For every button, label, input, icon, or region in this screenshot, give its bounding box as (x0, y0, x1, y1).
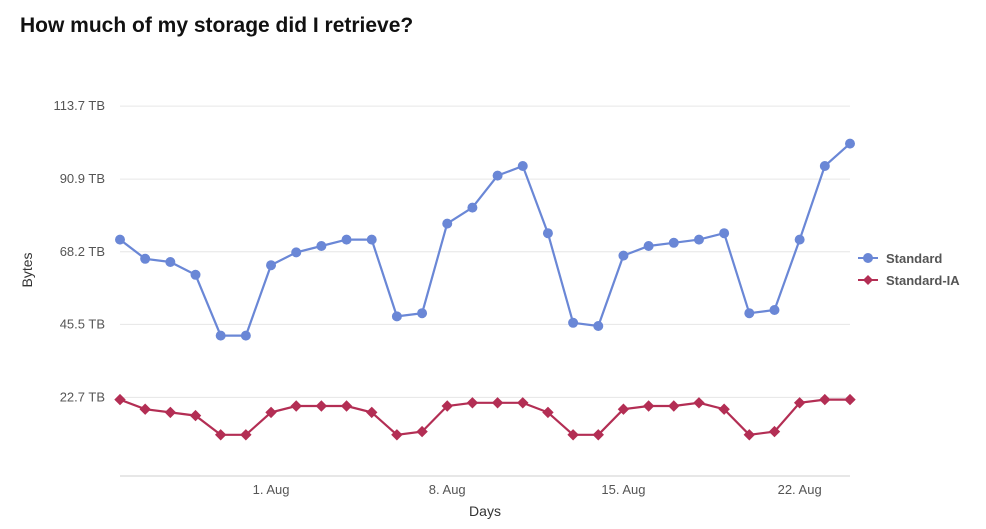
series-line-standard-ia (120, 400, 850, 435)
data-point (846, 139, 855, 148)
data-point (820, 162, 829, 171)
legend-item-standard-ia[interactable]: Standard-IA (858, 273, 960, 288)
data-point (493, 171, 502, 180)
data-point (619, 251, 628, 260)
x-axis-label: Days (469, 503, 501, 519)
data-point (166, 258, 175, 267)
x-tick-label: 15. Aug (601, 482, 645, 497)
data-point (191, 270, 200, 279)
data-point (418, 309, 427, 318)
data-point (518, 162, 527, 171)
x-tick-label: 8. Aug (429, 482, 466, 497)
data-point (543, 229, 552, 238)
data-point (820, 395, 830, 405)
chart-legend: Standard Standard-IA (858, 251, 960, 288)
data-point (292, 248, 301, 257)
data-point (342, 401, 352, 411)
data-point (694, 398, 704, 408)
data-point (115, 395, 125, 405)
data-point (518, 398, 528, 408)
series-line-standard (120, 144, 850, 336)
data-point (291, 401, 301, 411)
data-point (720, 229, 729, 238)
data-point (267, 261, 276, 270)
data-point (745, 309, 754, 318)
data-point (644, 242, 653, 251)
data-point (342, 235, 351, 244)
data-point (569, 318, 578, 327)
line-chart: 22.7 TB 45.5 TB 68.2 TB 90.9 TB 113.7 TB 1. … (0, 0, 986, 529)
data-point (316, 401, 326, 411)
data-point (468, 203, 477, 212)
data-point (493, 398, 503, 408)
data-point (392, 312, 401, 321)
data-point (141, 254, 150, 263)
legend-label: Standard-IA (886, 273, 960, 288)
data-point (669, 238, 678, 247)
data-point (795, 235, 804, 244)
data-point (845, 395, 855, 405)
data-point (594, 322, 603, 331)
data-point (216, 331, 225, 340)
data-point (443, 219, 452, 228)
data-point (317, 242, 326, 251)
y-tick-label: 113.7 TB (53, 98, 105, 113)
x-tick-label: 22. Aug (778, 482, 822, 497)
data-point (165, 407, 175, 417)
y-axis-label: Bytes (19, 252, 35, 287)
data-point (367, 235, 376, 244)
data-point (669, 401, 679, 411)
data-point (694, 235, 703, 244)
data-point (116, 235, 125, 244)
y-tick-label: 68.2 TB (60, 244, 105, 259)
data-point (644, 401, 654, 411)
data-point (140, 404, 150, 414)
legend-item-standard[interactable]: Standard (858, 251, 942, 266)
x-tick-label: 1. Aug (253, 482, 290, 497)
data-point (241, 331, 250, 340)
legend-label: Standard (886, 251, 942, 266)
y-tick-label: 90.9 TB (60, 171, 105, 186)
data-point (467, 398, 477, 408)
y-tick-label: 22.7 TB (60, 389, 105, 404)
data-point (770, 306, 779, 315)
y-tick-label: 45.5 TB (60, 316, 105, 331)
